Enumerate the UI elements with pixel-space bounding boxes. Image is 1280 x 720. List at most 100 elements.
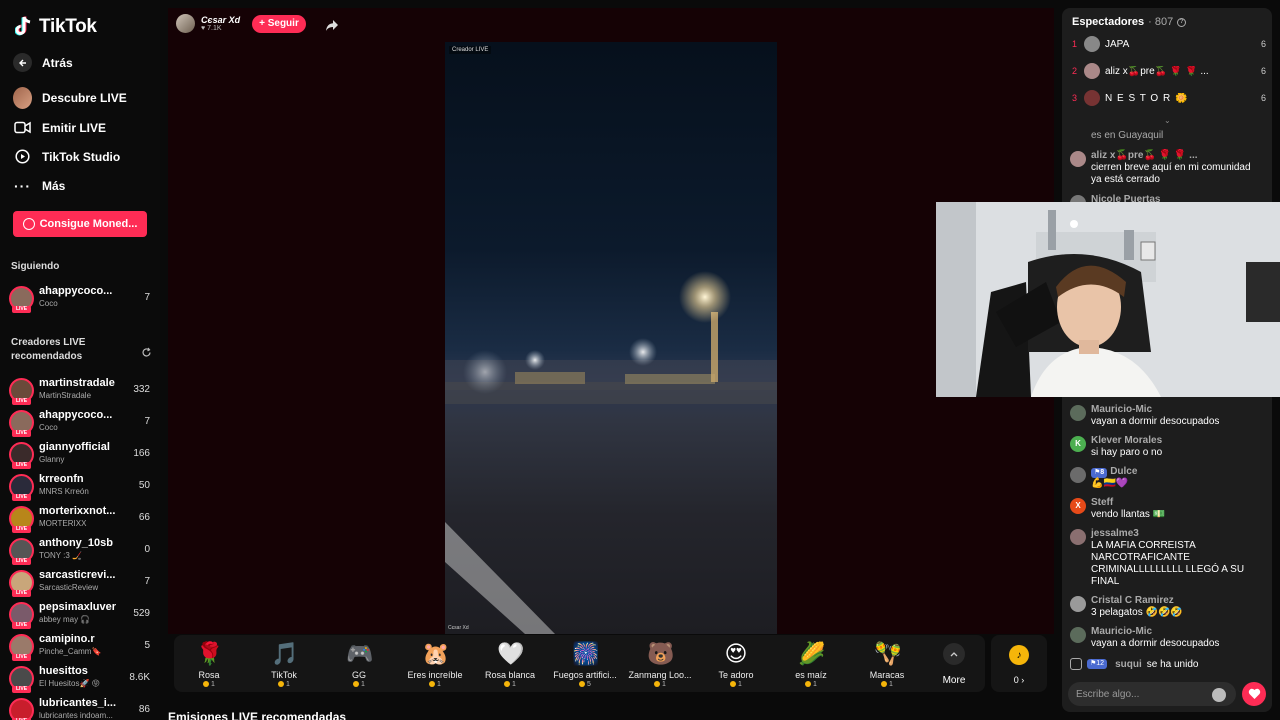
coin-wallet[interactable]: ♪ 0 › — [991, 635, 1047, 692]
gift-item[interactable]: 🎮 GG 1 — [324, 641, 394, 688]
creator-sub: Pinche_Camm🔖 — [39, 647, 102, 656]
viewer-name: JAPA — [1105, 38, 1130, 50]
back-label: Atrás — [42, 55, 73, 70]
recommended-item[interactable]: LIVE martinstradale MartinStradale 332 — [9, 376, 154, 405]
creator-name: huesittos — [39, 665, 88, 677]
chat-message: Mauricio-Mic vayan a dormir desocupados — [1070, 626, 1266, 654]
creator-sub: SarcasticReview — [39, 583, 99, 592]
chat-message: Cristal C Ramirez 3 pelagatos 🤣🤣🤣 — [1070, 595, 1266, 623]
host-name[interactable]: Cєsar Xd — [201, 15, 240, 25]
host-avatar[interactable] — [176, 14, 195, 33]
chat-username[interactable]: aliz x🍒pre🍒 🌹 🌹 ... — [1091, 150, 1198, 161]
chat-username[interactable]: ⚑8 Dulce — [1091, 466, 1137, 478]
expand-viewers-icon[interactable]: ⌄ — [1164, 116, 1171, 125]
join-notification: ⚑12 suqui se ha unido — [1070, 658, 1198, 670]
viewer-count: 66 — [138, 512, 150, 523]
hamster-icon: 🐹 — [422, 641, 450, 666]
rank-number: 1 — [1072, 39, 1078, 49]
join-text: se ha unido — [1146, 658, 1199, 670]
chat-username[interactable]: Mauricio-Mic — [1091, 404, 1152, 415]
live-video[interactable]: Creador LIVE Cєsar Xd — [445, 42, 777, 634]
following-item[interactable]: LIVE ahappycoco... Coco 7 — [9, 284, 154, 313]
chat-message: Mauricio-Mic vayan a dormir desocupados — [1070, 404, 1266, 432]
recommended-item[interactable]: LIVE ahappycoco... Coco 7 — [9, 408, 154, 437]
chat-username[interactable]: Cristal C Ramirez — [1091, 595, 1174, 606]
gift-item[interactable]: 🌹 Rosa 1 — [174, 641, 244, 688]
creator-name: camipino.r — [39, 633, 95, 645]
refresh-icon[interactable] — [141, 345, 152, 357]
gift-price: 1 — [249, 681, 319, 688]
viewer-score: 6 — [1260, 93, 1266, 103]
chat-input-placeholder: Escribe algo... — [1076, 688, 1140, 700]
chat-input[interactable]: Escribe algo... — [1068, 682, 1236, 706]
gift-price: 1 — [776, 681, 846, 688]
gift-item[interactable]: 🐻 Zanmang Loo... 1 — [625, 641, 695, 688]
streamer-webcam-image — [936, 202, 1280, 397]
recommended-item[interactable]: LIVE morterixxnot... MORTERIXX 66 — [9, 504, 154, 533]
webcam-overlay — [936, 202, 1280, 397]
creator-sub: Glanny — [39, 455, 65, 464]
viewer-count: 332 — [133, 384, 150, 395]
viewer-count: 50 — [138, 480, 150, 491]
gift-name: Zanmang Loo... — [628, 670, 692, 680]
gift-item[interactable]: 🤍 Rosa blanca 1 — [475, 641, 545, 688]
recommended-item[interactable]: LIVE huesittos El Huesitos🚀 😝 8.6K — [9, 664, 154, 693]
more-label[interactable]: More — [935, 675, 973, 686]
chat-username[interactable]: Mauricio-Mic — [1091, 626, 1152, 637]
creator-name: sarcasticrevi... — [39, 569, 116, 581]
recommended-item[interactable]: LIVE camipino.r Pinche_Camm🔖 5 — [9, 632, 154, 661]
top-viewer[interactable]: 3 N E S T O R 🌼 6 — [1072, 89, 1266, 107]
nav-more[interactable]: ··· Más — [13, 176, 65, 195]
like-button[interactable] — [1242, 682, 1266, 706]
chat-avatar — [1070, 596, 1086, 612]
tiktok-logo[interactable]: TikTok — [14, 16, 97, 38]
gift-item[interactable]: 🐹 Eres increíble 1 — [400, 641, 470, 688]
creator-sub: MNRS Krreón — [39, 487, 89, 496]
emoji-icon[interactable] — [1212, 688, 1226, 702]
nav-go-live[interactable]: Emitir LIVE — [13, 118, 106, 137]
recommended-item[interactable]: LIVE sarcasticrevi... SarcasticReview 7 — [9, 568, 154, 597]
chat-avatar — [1070, 151, 1086, 167]
viewer-count: 166 — [133, 448, 150, 459]
camera-icon — [13, 118, 32, 137]
back-button[interactable]: Atrás — [13, 53, 73, 72]
recommended-item[interactable]: LIVE lubricantes_i... lubricantes indoam… — [9, 696, 154, 720]
chat-username[interactable]: Klever Morales — [1091, 435, 1162, 446]
heart-icon — [1248, 688, 1260, 699]
share-icon[interactable] — [325, 18, 338, 31]
recommended-item[interactable]: LIVE anthony_10sb TONY :3 🏒 0 — [9, 536, 154, 565]
viewer-count: 529 — [133, 608, 150, 619]
creator-sub: lubricantes indoam... — [39, 711, 113, 720]
viewer-avatar — [1084, 36, 1100, 52]
viewer-count: 7 — [144, 292, 150, 303]
gift-item[interactable]: 🪇 Maracas 1 — [852, 641, 922, 688]
rose-icon: 🌹 — [196, 641, 224, 666]
arrow-left-icon — [13, 53, 32, 72]
chat-message: es en Guayaquil — [1070, 130, 1266, 144]
nav-tiktok-studio[interactable]: TikTok Studio — [13, 147, 120, 166]
follow-button[interactable]: + Seguir — [252, 14, 306, 33]
get-coins-button[interactable]: Consigue Moned... — [13, 211, 147, 237]
live-badge: LIVE — [12, 398, 31, 405]
get-coins-label: Consigue Moned... — [39, 218, 138, 230]
recommended-item[interactable]: LIVE pepsimaxluver abbey may 🎧 529 — [9, 600, 154, 629]
gift-item[interactable]: 🌽 es maíz 1 — [776, 641, 846, 688]
recommended-item[interactable]: LIVE giannyofficial Glanny 166 — [9, 440, 154, 469]
help-icon[interactable]: ? — [1177, 17, 1187, 27]
join-username[interactable]: suqui — [1115, 659, 1142, 670]
gift-item[interactable]: 😍 Te adoro 1 — [701, 641, 771, 688]
host-bar: Cєsar Xd ♥ 7.1K + Seguir — [176, 14, 338, 33]
top-viewer[interactable]: 2 aliz x🍒pre🍒 🌹 🌹 ... 6 — [1072, 62, 1266, 80]
chat-text: vendo llantas 💵 — [1091, 509, 1166, 520]
gift-item[interactable]: 🎆 Fuegos artifici... 5 — [550, 641, 620, 688]
recommended-item[interactable]: LIVE krreonfn MNRS Krreón 50 — [9, 472, 154, 501]
nav-discover-live[interactable]: Descubre LIVE — [13, 86, 127, 109]
top-viewer[interactable]: 1 JAPA 6 — [1072, 35, 1266, 53]
viewers-header[interactable]: Espectadores · 807 ? — [1072, 16, 1187, 28]
more-gifts-button[interactable] — [943, 643, 965, 665]
chat-username[interactable]: Steff — [1091, 497, 1113, 508]
live-badge: LIVE — [12, 686, 31, 693]
chat-username[interactable]: jessalme3 — [1091, 528, 1139, 539]
gift-item[interactable]: 🎵 TikTok 1 — [249, 641, 319, 688]
creator-name: pepsimaxluver — [39, 601, 117, 613]
